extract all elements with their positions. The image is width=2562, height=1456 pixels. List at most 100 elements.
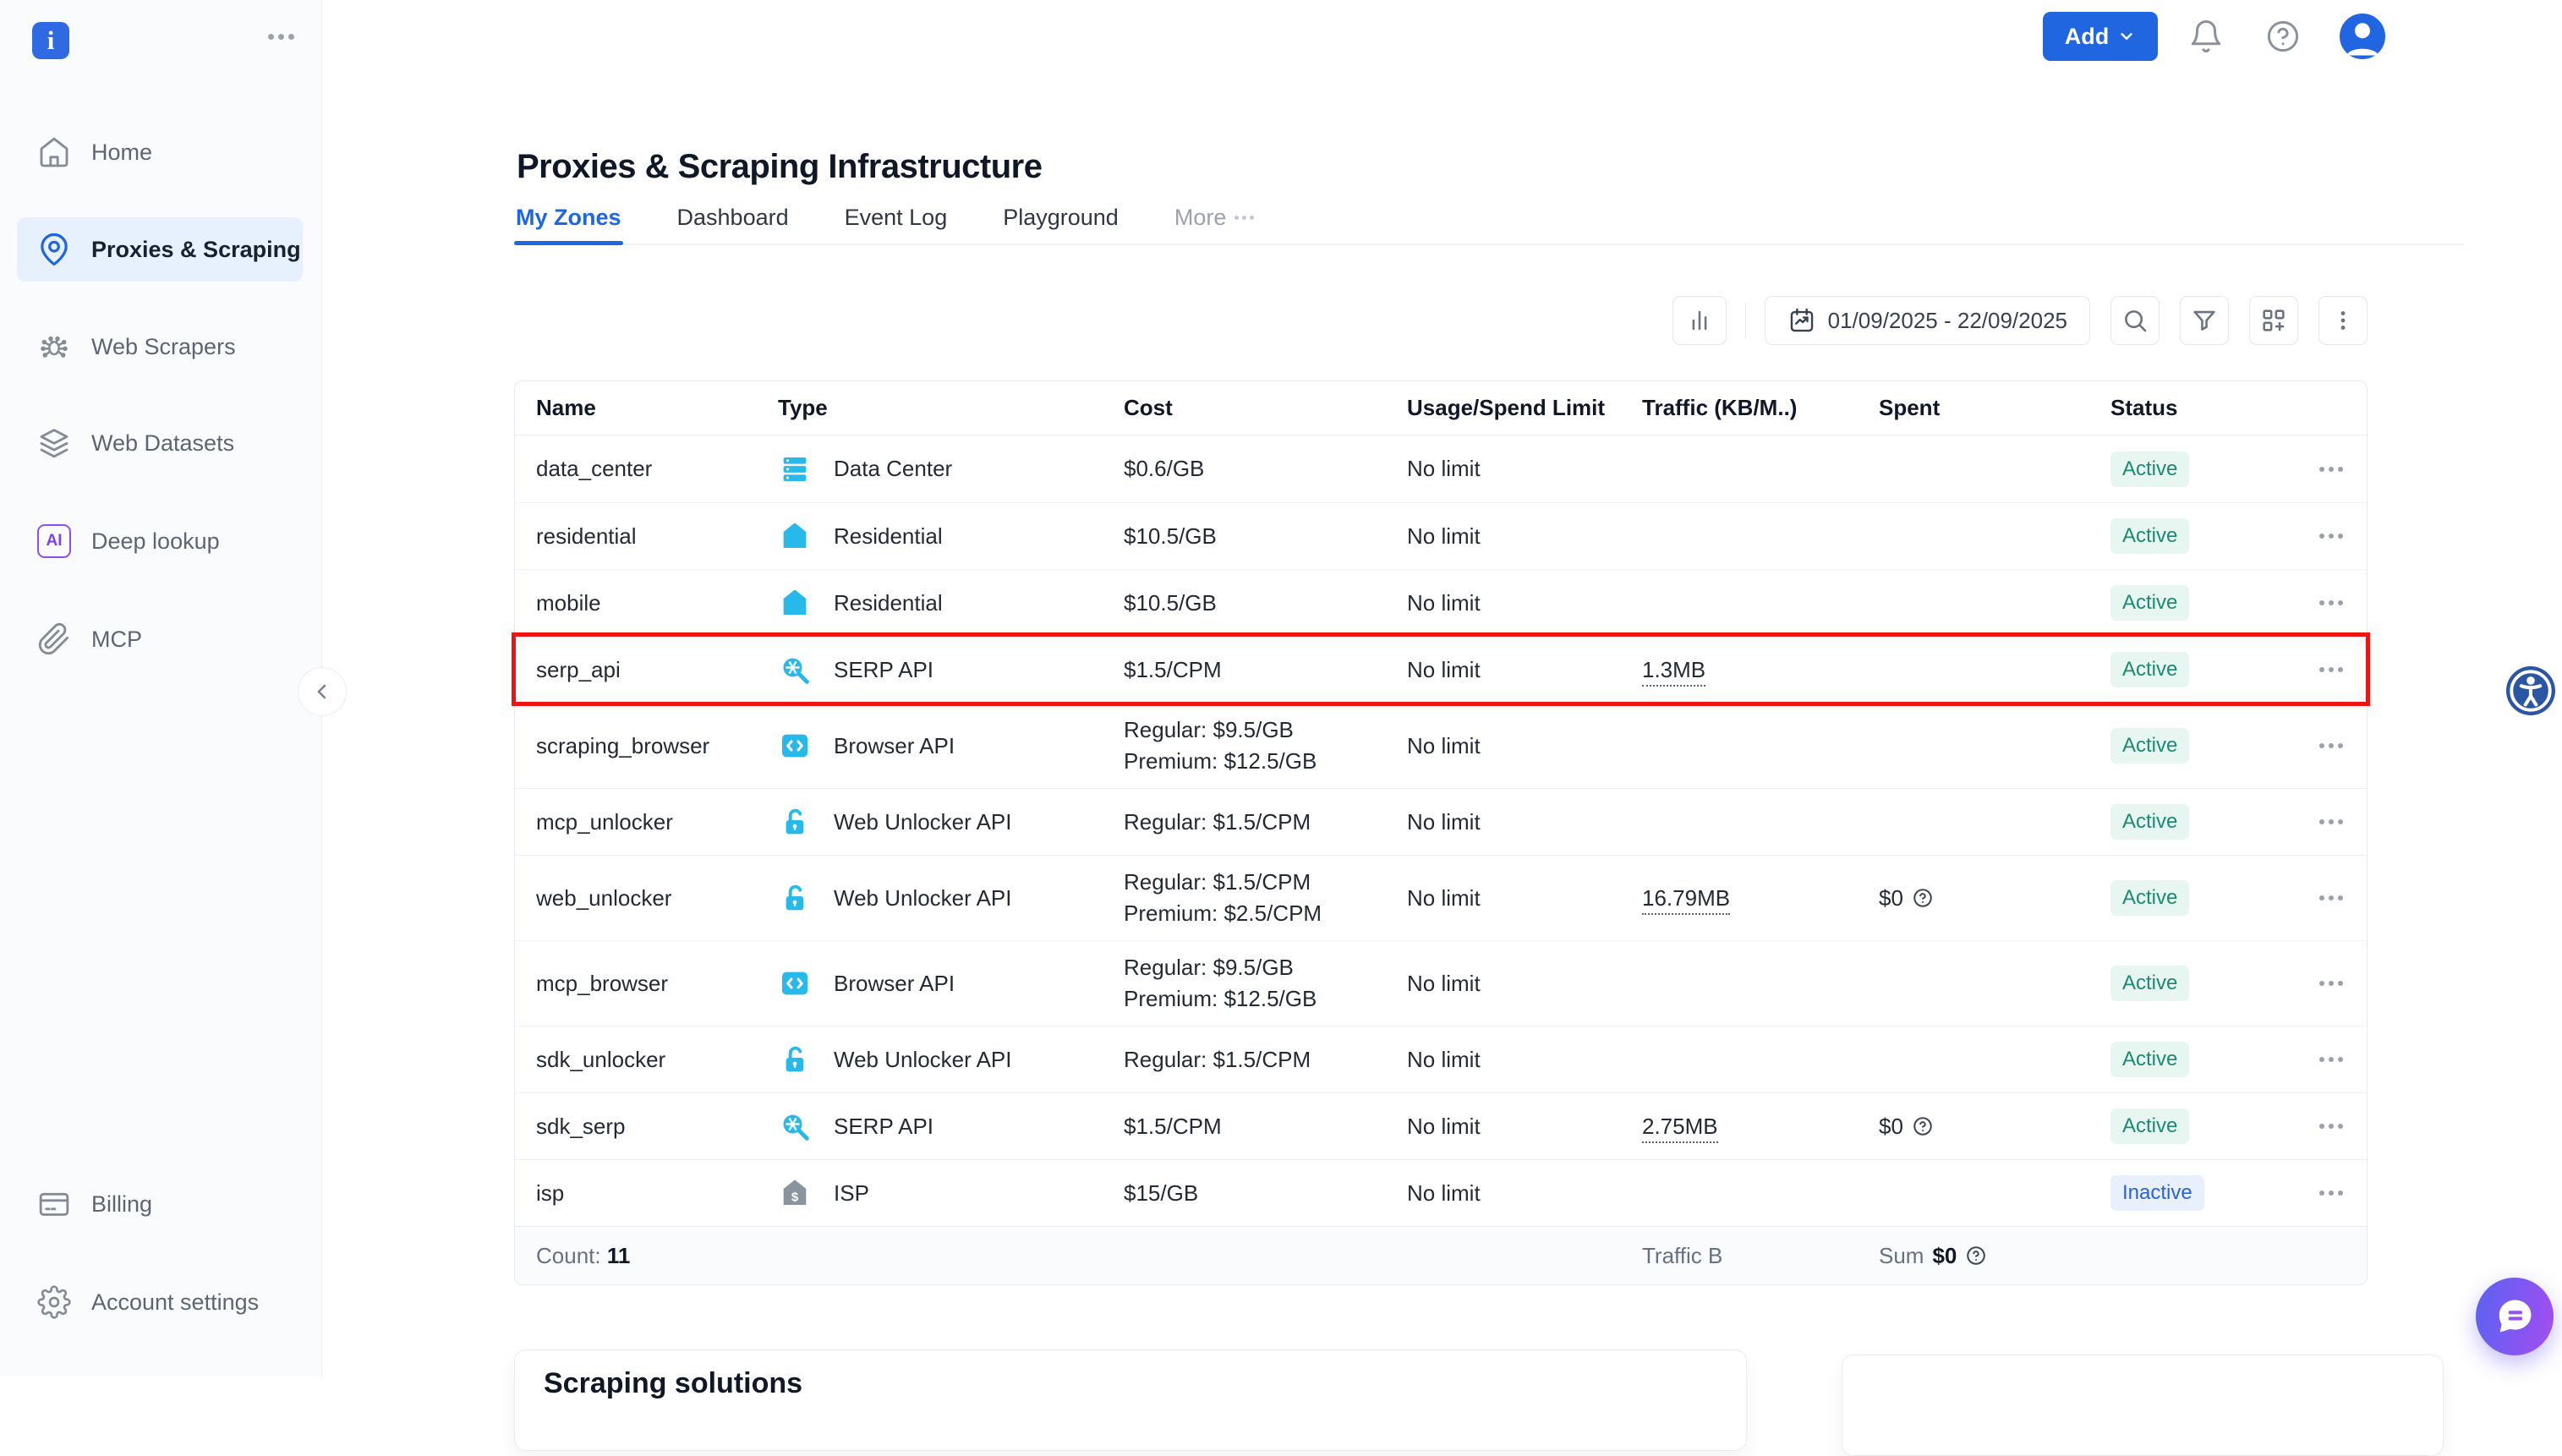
help-icon[interactable]: [2265, 19, 2301, 54]
zone-cost: Regular: $1.5/CPM: [1124, 1044, 1407, 1076]
more-options-button[interactable]: [2318, 296, 2368, 345]
table-row[interactable]: mcp_browserBrowser APIRegular: $9.5/GBPr…: [515, 940, 2367, 1026]
chat-widget-button[interactable]: [2476, 1278, 2554, 1355]
table-row[interactable]: scraping_browserBrowser APIRegular: $9.5…: [515, 703, 2367, 788]
date-range-value: 01/09/2025 - 22/09/2025: [1828, 308, 2067, 334]
row-menu-icon[interactable]: [2296, 819, 2367, 824]
sidebar-item-home[interactable]: Home: [0, 120, 321, 184]
traffic-value[interactable]: 1.3MB: [1642, 657, 1705, 687]
row-menu-icon[interactable]: [2296, 667, 2367, 672]
search-icon: [2121, 306, 2149, 335]
zone-cost: Regular: $1.5/CPM: [1124, 807, 1407, 838]
tab-event-log[interactable]: Event Log: [843, 191, 950, 244]
cost-line: Regular: $1.5/CPM: [1124, 807, 1407, 838]
cost-line: Regular: $1.5/CPM: [1124, 867, 1407, 898]
notifications-bell-icon[interactable]: [2188, 19, 2224, 54]
cost-line: Regular: $9.5/GB: [1124, 714, 1407, 746]
row-menu-icon[interactable]: [2296, 1057, 2367, 1062]
row-menu-icon[interactable]: [2296, 981, 2367, 986]
row-menu-icon[interactable]: [2296, 895, 2367, 900]
page-title: Proxies & Scraping Infrastructure: [517, 148, 1042, 186]
table-row[interactable]: mobileResidential$10.5/GBNo limitActive: [515, 569, 2367, 636]
question-circle-icon[interactable]: [1912, 887, 1934, 909]
sidebar-item-web-scrapers[interactable]: Web Scrapers: [0, 315, 321, 379]
row-menu-icon[interactable]: [2296, 534, 2367, 539]
tab-bar: My Zones Dashboard Event Log Playground …: [514, 191, 2464, 245]
status-badge: Active: [2110, 728, 2189, 764]
table-header-row: Name Type Cost Usage/Spend Limit Traffic…: [515, 381, 2367, 435]
sidebar-item-label: Deep lookup: [91, 528, 220, 555]
gear-icon: [37, 1285, 71, 1319]
credit-card-icon: [37, 1187, 71, 1221]
sidebar-item-web-datasets[interactable]: Web Datasets: [0, 411, 321, 475]
traffic-value[interactable]: 2.75MB: [1642, 1114, 1718, 1143]
ellipsis-icon: [1234, 216, 1254, 220]
sidebar-collapse-button[interactable]: [298, 667, 347, 716]
zone-name: residential: [536, 523, 778, 550]
zone-status: Active: [2110, 1108, 2296, 1144]
question-circle-icon[interactable]: [1912, 1115, 1934, 1137]
accessibility-widget-button[interactable]: [2506, 666, 2555, 715]
table-row[interactable]: data_centerData Center$0.6/GBNo limitAct…: [515, 435, 2367, 502]
brand-logo[interactable]: i: [32, 22, 69, 59]
traffic-value[interactable]: 16.79MB: [1642, 885, 1730, 915]
server-icon: [778, 452, 812, 486]
search-button[interactable]: [2110, 296, 2160, 345]
zone-type-label: SERP API: [834, 1114, 933, 1140]
sidebar-item-proxies-scraping[interactable]: Proxies & Scraping: [17, 217, 303, 282]
row-menu-icon[interactable]: [2296, 600, 2367, 605]
zone-type: $ISP: [778, 1176, 1124, 1210]
table-row[interactable]: sdk_serpSERP API$1.5/CPMNo limit2.75MB$0…: [515, 1092, 2367, 1159]
row-menu-icon[interactable]: [2296, 743, 2367, 748]
cost-line: $1.5/CPM: [1124, 654, 1407, 686]
tab-playground[interactable]: Playground: [1001, 191, 1120, 244]
zone-type-label: Residential: [834, 523, 943, 550]
table-row[interactable]: web_unlockerWeb Unlocker APIRegular: $1.…: [515, 855, 2367, 940]
chart-view-button[interactable]: [1672, 296, 1727, 345]
row-menu-icon[interactable]: [2296, 467, 2367, 472]
house-icon: [778, 586, 812, 620]
sidebar-more-icon[interactable]: [268, 34, 294, 40]
sidebar-item-deep-lookup[interactable]: AI Deep lookup: [0, 509, 321, 573]
date-range-button[interactable]: 01/09/2025 - 22/09/2025: [1765, 296, 2090, 345]
question-circle-icon[interactable]: [1965, 1245, 1987, 1267]
zone-name: mcp_browser: [536, 971, 778, 997]
table-row[interactable]: residentialResidential$10.5/GBNo limitAc…: [515, 502, 2367, 569]
table-row[interactable]: isp$ISP$15/GBNo limitInactive: [515, 1159, 2367, 1226]
svg-text:$: $: [791, 1190, 799, 1204]
add-button[interactable]: Add: [2043, 12, 2158, 61]
tab-my-zones[interactable]: My Zones: [514, 191, 623, 244]
tab-dashboard[interactable]: Dashboard: [676, 191, 791, 244]
zone-usage-limit: No limit: [1407, 733, 1642, 759]
count-label: Count:: [536, 1243, 601, 1268]
sidebar-item-label: Home: [91, 140, 152, 166]
table-row[interactable]: mcp_unlockerWeb Unlocker APIRegular: $1.…: [515, 788, 2367, 855]
sum-value: $0: [1932, 1243, 1957, 1269]
columns-button[interactable]: [2249, 296, 2298, 345]
status-badge: Inactive: [2110, 1175, 2204, 1211]
zone-type: Browser API: [778, 966, 1124, 1000]
sidebar-item-mcp[interactable]: MCP: [0, 607, 321, 671]
sidebar-item-account-settings[interactable]: Account settings: [0, 1270, 321, 1334]
filter-button[interactable]: [2180, 296, 2229, 345]
user-avatar[interactable]: [2340, 14, 2385, 59]
cost-line: Premium: $12.5/GB: [1124, 983, 1407, 1015]
row-menu-icon[interactable]: [2296, 1124, 2367, 1129]
col-header-name: Name: [536, 395, 778, 421]
table-row[interactable]: serp_apiSERP API$1.5/CPMNo limit1.3MBAct…: [515, 636, 2367, 703]
zone-traffic: 2.75MB: [1642, 1114, 1879, 1140]
chevron-down-icon: [2117, 27, 2136, 46]
sidebar-item-label: Web Scrapers: [91, 334, 236, 360]
sidebar-item-billing[interactable]: Billing: [0, 1172, 321, 1236]
cost-line: Regular: $9.5/GB: [1124, 952, 1407, 983]
unlock-icon: [778, 1043, 812, 1076]
row-menu-icon[interactable]: [2296, 1191, 2367, 1196]
layers-icon: [37, 426, 71, 460]
toolbar-divider: [1745, 303, 1746, 338]
zone-status: Active: [2110, 585, 2296, 621]
tab-more[interactable]: More: [1173, 191, 1256, 244]
tab-label: Event Log: [845, 205, 948, 231]
table-row[interactable]: sdk_unlockerWeb Unlocker APIRegular: $1.…: [515, 1026, 2367, 1092]
zone-status: Active: [2110, 652, 2296, 687]
zone-cost: $15/GB: [1124, 1178, 1407, 1209]
